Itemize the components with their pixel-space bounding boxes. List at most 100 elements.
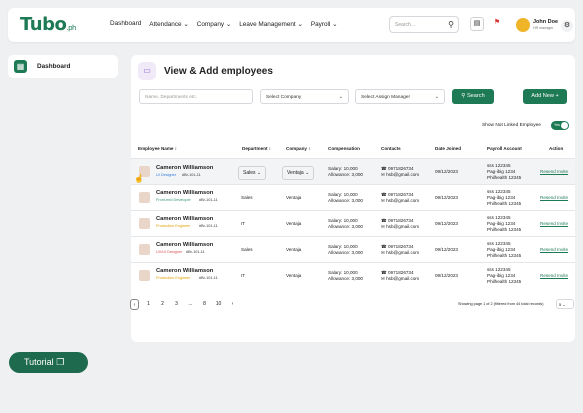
employee-name: Cameron Williamson — [156, 190, 214, 196]
user-name: John Doe — [533, 19, 559, 25]
company: Ventaja — [286, 247, 302, 252]
email: ✉ hsb@gmail.com — [381, 250, 420, 255]
resend-invite-link[interactable]: Resend Invite — [540, 169, 568, 174]
page-8[interactable]: 8 — [200, 299, 209, 310]
sidebar-item-label: Dashboard — [37, 63, 71, 70]
col-employee-name[interactable]: Employee Name ↕ — [138, 146, 177, 151]
pagibig: Pag-ibig 1234 — [487, 195, 516, 200]
calendar-icon[interactable]: ▤ — [470, 17, 484, 31]
resend-invite-link[interactable]: Resend Invite — [540, 247, 568, 252]
company-select[interactable]: Ventaja ⌄ — [282, 166, 315, 180]
gear-icon[interactable]: ⚙ — [561, 20, 573, 32]
company-select[interactable]: Select Company ⌄ — [260, 89, 349, 104]
not-linked-label: Show Not Linked Employee — [482, 123, 541, 128]
allowance: Allowance: 3,000 — [328, 198, 363, 203]
company: Ventaja — [286, 221, 302, 226]
employee-id: #Br-101-11 — [199, 198, 218, 202]
resend-invite-link[interactable]: Resend Invite — [540, 195, 568, 200]
date-joined: 09/12/2023 — [435, 273, 458, 278]
main-nav: Dashboard Attendance ⌄ Company ⌄ Leave M… — [110, 20, 338, 28]
col-action: Action — [549, 146, 564, 151]
tutorial-button[interactable]: Tutorial ❐ — [9, 352, 88, 373]
page-10[interactable]: 10 — [214, 299, 223, 310]
next-page-button[interactable]: › — [228, 299, 237, 310]
employee-role: Production Engineer — [156, 276, 191, 280]
col-department[interactable]: Department ↕ — [242, 146, 271, 151]
philhealth: Philhealth 12345 — [487, 175, 522, 180]
resend-invite-link[interactable]: Resend Invite — [540, 221, 568, 226]
salary: Salary: 10,000 — [328, 244, 358, 249]
employee-role: UX/UI Designer — [156, 250, 183, 254]
page-ellipsis: ... — [188, 301, 193, 307]
department-filter-input[interactable]: Name, Departments etc. — [139, 89, 253, 104]
table-row[interactable]: Cameron Williamson Production Engineer #… — [131, 263, 575, 288]
pagination-info: Showing page 1 of 2 (filtered from 44 to… — [458, 302, 544, 306]
table-row[interactable]: Cameron Williamson UX/UI Designer #Br-10… — [131, 237, 575, 262]
department-select[interactable]: Sales ⌄ — [238, 166, 267, 180]
philhealth: Philhealth 12345 — [487, 279, 522, 284]
pagibig: Pag-ibig 1234 — [487, 247, 516, 252]
date-joined: 09/12/2023 — [435, 195, 458, 200]
dashboard-icon: ▦ — [14, 60, 27, 73]
chevron-down-icon: ⌄ — [434, 94, 439, 100]
department: IT — [241, 221, 246, 226]
sss: sss 122345 — [487, 189, 511, 194]
philhealth: Philhealth 12345 — [487, 227, 522, 232]
employee-id: #Br-101-11 — [182, 173, 201, 177]
add-new-button[interactable]: Add New + — [523, 89, 567, 104]
pagination: ‹ 1 2 3 ... 8 10 › — [130, 299, 237, 310]
philhealth: Philhealth 12345 — [487, 201, 522, 206]
nav-attendance[interactable]: Attendance ⌄ — [149, 20, 188, 28]
date-joined: 09/12/2023 — [435, 221, 458, 226]
hand-cursor-icon: ☝ — [134, 174, 144, 183]
department: Sales — [241, 247, 253, 252]
col-contacts: Contacts — [381, 146, 401, 151]
page-title: View & Add employees — [164, 66, 273, 77]
company: Ventaja — [286, 195, 302, 200]
logo[interactable]: Tubo.ph — [20, 14, 76, 35]
employee-photo — [139, 270, 150, 281]
not-linked-toggle[interactable]: Yes — [551, 121, 569, 130]
search-button[interactable]: ⚲ Search — [452, 89, 494, 104]
pagibig: Pag-ibig 1234 — [487, 169, 516, 174]
notification-bell-icon[interactable]: ⚑ — [490, 17, 504, 31]
nav-dashboard[interactable]: Dashboard — [110, 20, 141, 28]
pagibig: Pag-ibig 1234 — [487, 221, 516, 226]
page-2[interactable]: 2 — [158, 299, 167, 310]
salary: Salary: 10,000 — [328, 270, 358, 275]
sss: sss 122345 — [487, 215, 511, 220]
sidebar-item-dashboard[interactable]: ▦ Dashboard — [8, 55, 118, 78]
nav-payroll[interactable]: Payroll ⌄ — [311, 20, 338, 28]
allowance: Allowance: 3,000 — [328, 224, 363, 229]
sss: sss 122345 — [487, 241, 511, 246]
nav-company[interactable]: Company ⌄ — [197, 20, 231, 28]
sss: sss 122345 — [487, 163, 511, 168]
employee-role: UI Designer — [156, 173, 177, 177]
folder-icon: ▭ — [138, 62, 156, 80]
date-joined: 09/12/2023 — [435, 169, 458, 174]
per-page-select[interactable]: 5 ⌄ — [556, 299, 574, 309]
employee-photo — [139, 192, 150, 203]
search-icon[interactable]: ⚲ — [448, 20, 454, 29]
table-row[interactable]: Cameron Williamson UI Designer #Br-101-1… — [131, 159, 575, 184]
search-input[interactable]: Search... ⚲ — [389, 16, 459, 33]
department: Sales — [241, 195, 253, 200]
nav-leave-management[interactable]: Leave Management ⌄ — [239, 20, 303, 28]
date-joined: 09/12/2023 — [435, 247, 458, 252]
chevron-down-icon: ⌄ — [338, 94, 343, 100]
prev-page-button[interactable]: ‹ — [130, 299, 139, 310]
page-3[interactable]: 3 — [172, 299, 181, 310]
col-company[interactable]: Company ↕ — [286, 146, 311, 151]
allowance: Allowance: 3,000 — [328, 250, 363, 255]
employee-photo — [139, 244, 150, 255]
table-row[interactable]: Cameron Williamson Front-end Developer #… — [131, 185, 575, 210]
avatar[interactable] — [516, 18, 530, 32]
page-1[interactable]: 1 — [144, 299, 153, 310]
employee-name: Cameron Williamson — [156, 268, 214, 274]
manager-select[interactable]: Select Assign Manager ⌄ — [355, 89, 445, 104]
employee-id: #Br-101-11 — [199, 224, 218, 228]
resend-invite-link[interactable]: Resend Invite — [540, 273, 568, 278]
copy-icon: ❐ — [56, 357, 65, 367]
table-row[interactable]: Cameron Williamson Production Engineer #… — [131, 211, 575, 236]
user-role: HR manager — [533, 26, 554, 30]
